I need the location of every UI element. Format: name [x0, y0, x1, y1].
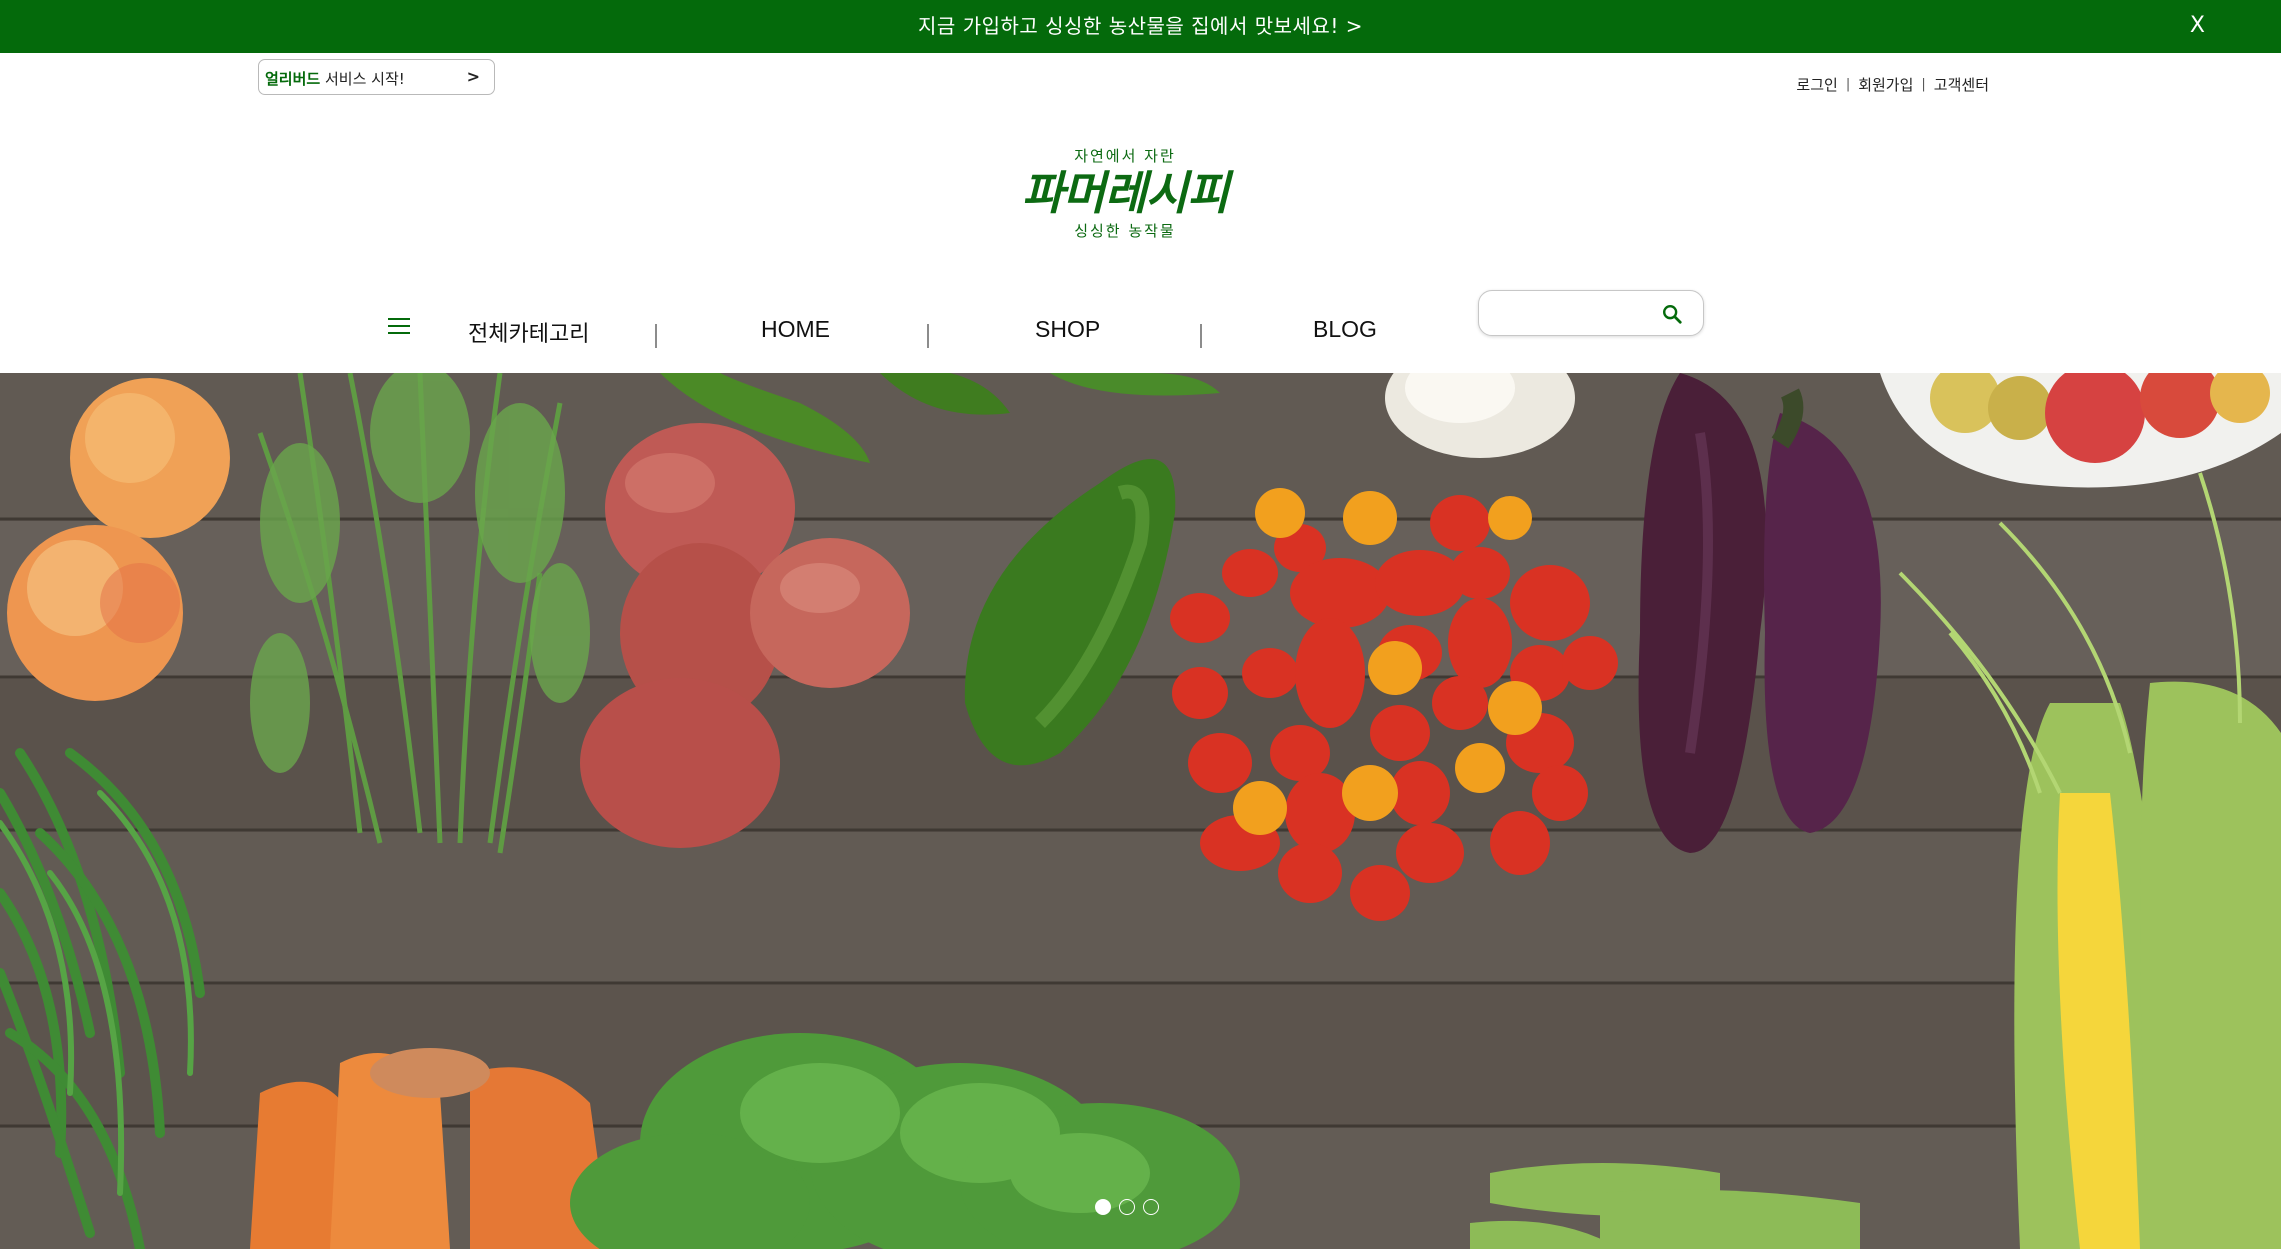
login-link[interactable]: 로그인 — [1796, 74, 1837, 95]
nav-item-all-categories[interactable]: 전체카테고리 — [468, 316, 589, 348]
carousel-dot-1[interactable] — [1095, 1199, 1111, 1215]
logo-tagline-bottom: 싱싱한 농작물 — [1074, 222, 1176, 240]
nav-separator — [655, 324, 657, 348]
hero-carousel[interactable] — [0, 373, 2281, 1249]
carousel-dot-2[interactable] — [1119, 1199, 1135, 1215]
promo-text-link[interactable]: 지금 가입하고 싱싱한 농산물을 집에서 맛보세요! > — [0, 10, 2281, 39]
search-box — [1478, 290, 1704, 336]
earlybird-rest-text: 서비스 시작! — [320, 70, 405, 88]
logo-tagline-top: 자연에서 자란 — [1074, 147, 1176, 165]
util-separator: | — [1845, 77, 1851, 92]
logo-wordmark: 파머레시피 — [1021, 166, 1230, 220]
nav-separator — [1200, 324, 1202, 348]
customer-center-link[interactable]: 고객센터 — [1934, 74, 1989, 95]
site-logo[interactable]: 자연에서 자란 파머레시피 싱싱한 농작물 — [1010, 145, 1240, 255]
earlybird-strong-text: 얼리버드 — [265, 70, 321, 88]
vegetables-photo — [0, 373, 2281, 1249]
search-icon[interactable] — [1661, 303, 1683, 325]
nav-item-blog[interactable]: BLOG — [1313, 316, 1377, 343]
util-separator: | — [1921, 77, 1926, 92]
nav-separator — [927, 324, 929, 348]
earlybird-button[interactable]: 얼리버드 서비스 시작! > — [258, 59, 495, 95]
signup-link[interactable]: 회원가입 — [1858, 74, 1913, 95]
search-input[interactable] — [1491, 301, 1651, 325]
earlybird-arrow-icon: > — [466, 67, 480, 86]
carousel-dot-3[interactable] — [1143, 1199, 1159, 1215]
nav-item-shop[interactable]: SHOP — [1035, 316, 1100, 343]
nav-item-home[interactable]: HOME — [761, 316, 830, 343]
promo-close-button[interactable]: X — [2190, 13, 2205, 38]
carousel-dots — [1095, 1199, 1159, 1215]
hamburger-icon[interactable] — [388, 318, 410, 334]
utility-links: 로그인 | 회원가입 | 고객센터 — [1796, 74, 1989, 95]
promo-banner: 지금 가입하고 싱싱한 농산물을 집에서 맛보세요! > X — [0, 0, 2281, 53]
main-nav: 전체카테고리 HOME SHOP BLOG — [0, 290, 2281, 370]
earlybird-label: 얼리버드 서비스 시작! — [265, 68, 405, 89]
